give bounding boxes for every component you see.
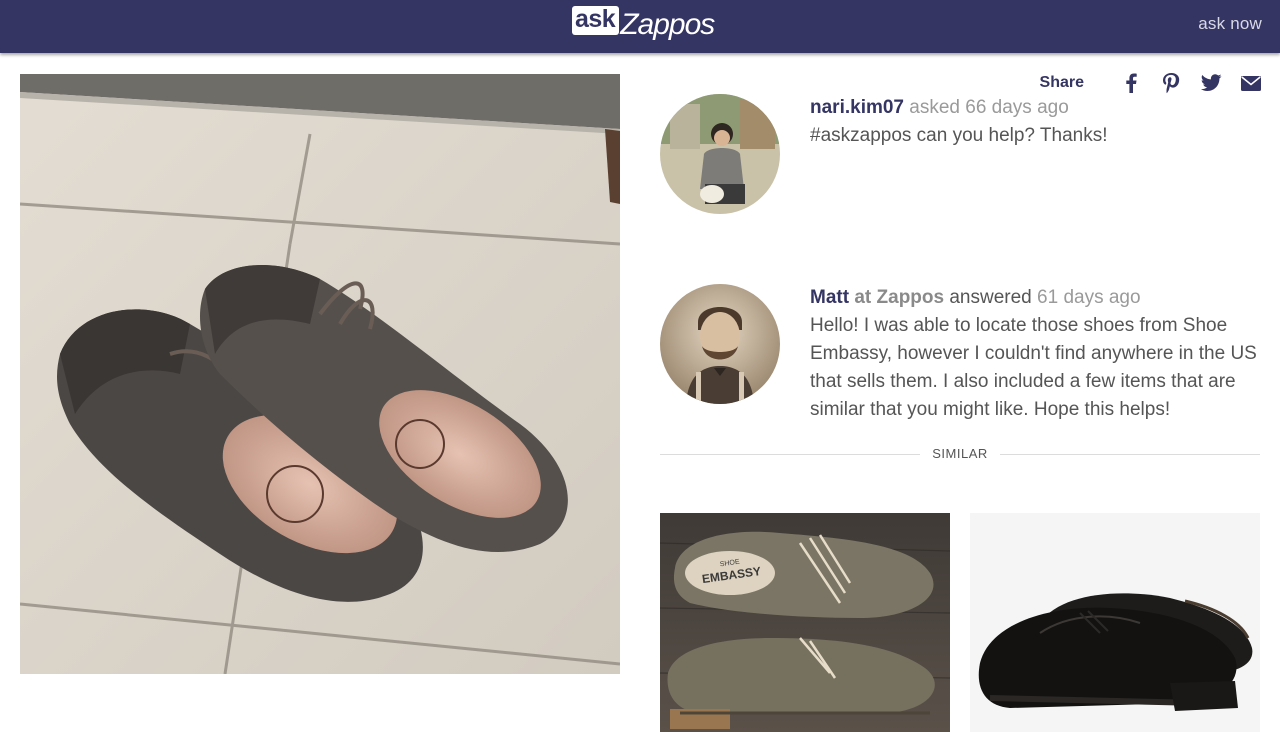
answerer-avatar[interactable] — [660, 284, 780, 404]
top-bar: ask Zappos ask now — [0, 0, 1280, 53]
question-meta: nari.kim07 asked 66 days ago — [810, 94, 1260, 122]
facebook-icon[interactable] — [1120, 72, 1142, 94]
share-label: Share — [1039, 74, 1084, 91]
answerer-affiliation: at Zappos — [854, 287, 945, 308]
answer-action: answered — [949, 287, 1032, 308]
question-post: nari.kim07 asked 66 days ago #askzappos … — [660, 94, 1260, 224]
answer-text: Hello! I was able to locate those shoes … — [810, 315, 1257, 420]
email-icon[interactable] — [1240, 72, 1262, 94]
answer-post: Matt at Zappos answered 61 days ago Hell… — [660, 284, 1260, 434]
share-bar: Share — [1040, 72, 1262, 94]
similar-label: SIMILAR — [932, 446, 988, 461]
question-body: nari.kim07 asked 66 days ago #askzappos … — [810, 94, 1260, 150]
logo-zappos-text: Zappos — [620, 8, 715, 41]
answer-time: 61 days ago — [1037, 287, 1141, 308]
logo-ask-text: ask — [572, 6, 620, 35]
similar-divider: SIMILAR — [660, 444, 1260, 464]
twitter-icon[interactable] — [1200, 72, 1222, 94]
question-photo — [20, 74, 620, 674]
question-time: 66 days ago — [965, 97, 1069, 118]
ask-now-link[interactable]: ask now — [1198, 14, 1262, 34]
similar-product-black-oxford[interactable] — [970, 513, 1260, 732]
asker-avatar[interactable] — [660, 94, 780, 214]
answerer-name[interactable]: Matt — [810, 287, 849, 308]
pinterest-icon[interactable] — [1160, 72, 1182, 94]
question-text: #askzappos can you help? Thanks! — [810, 125, 1108, 146]
asker-username[interactable]: nari.kim07 — [810, 97, 904, 118]
answer-meta: Matt at Zappos answered 61 days ago — [810, 284, 1260, 312]
divider-line-left — [660, 454, 920, 455]
askzappos-logo[interactable]: ask Zappos — [572, 4, 715, 48]
divider-line-right — [1000, 454, 1260, 455]
similar-product-shoe-embassy[interactable]: SHOE EMBASSY — [660, 513, 950, 732]
question-action: asked — [909, 97, 960, 118]
answer-body: Matt at Zappos answered 61 days ago Hell… — [810, 284, 1260, 424]
